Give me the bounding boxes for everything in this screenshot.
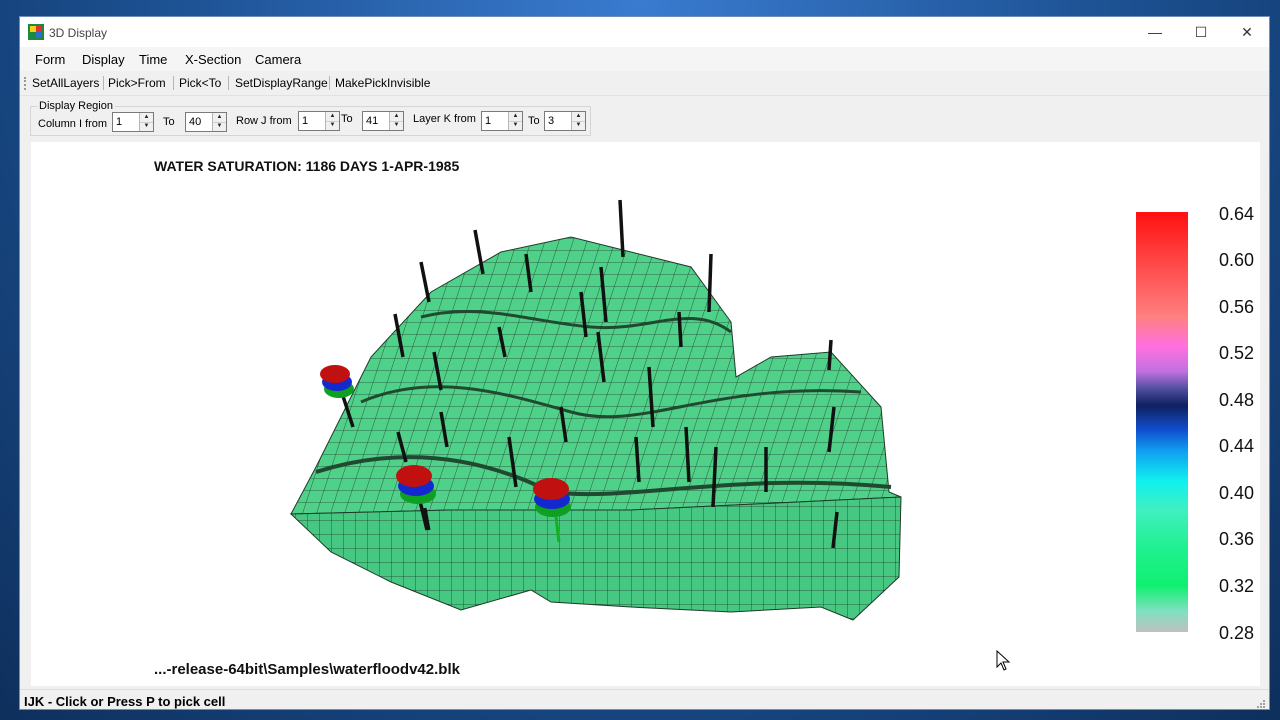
row-to-label: To	[341, 113, 353, 125]
pick-from-button[interactable]: Pick>From	[108, 76, 166, 90]
menu-time[interactable]: Time	[139, 52, 167, 67]
3d-viewport[interactable]: WATER SATURATION: 1186 DAYS 1-APR-1985 0…	[31, 142, 1260, 686]
column-to-stepper[interactable]: 40 ▲ ▼	[185, 112, 227, 132]
colorbar-tick: 0.28	[1219, 623, 1255, 643]
app-window: 3D Display — ☐ ✕ Form Display Time X-Sec…	[19, 16, 1270, 710]
toolbar-separator	[173, 76, 174, 90]
colorbar-tick: 0.64	[1219, 204, 1255, 224]
colorbar-tick: 0.56	[1219, 297, 1255, 317]
row-to-stepper[interactable]: 41 ▲ ▼	[362, 111, 404, 131]
menu-display[interactable]: Display	[82, 52, 125, 67]
make-pick-invisible-button[interactable]: MakePickInvisible	[335, 76, 430, 90]
colorbar-tick: 0.40	[1219, 483, 1255, 503]
spin-down-icon[interactable]: ▼	[326, 121, 339, 130]
toolbar-separator	[329, 76, 330, 90]
menu-x-section[interactable]: X-Section	[185, 52, 241, 67]
colorbar	[1136, 212, 1188, 632]
mouse-pointer-icon	[996, 650, 1011, 671]
layer-from-stepper[interactable]: 1 ▲ ▼	[481, 111, 523, 131]
layer-to-value[interactable]: 3	[548, 115, 554, 127]
layer-to-stepper[interactable]: 3 ▲ ▼	[544, 111, 586, 131]
spin-down-icon[interactable]: ▼	[509, 121, 522, 130]
spin-down-icon[interactable]: ▼	[390, 121, 403, 130]
display-region-legend: Display Region	[37, 100, 115, 112]
minimize-button[interactable]: —	[1132, 17, 1178, 47]
column-from-label: Column I from	[38, 118, 108, 130]
pick-to-button[interactable]: Pick<To	[179, 76, 221, 90]
row-from-label: Row J from	[236, 115, 292, 127]
resize-grip-icon[interactable]	[1256, 699, 1266, 709]
row-to-value[interactable]: 41	[366, 115, 378, 127]
row-from-value[interactable]: 1	[302, 115, 308, 127]
app-icon	[28, 24, 44, 40]
layer-to-label: To	[528, 115, 540, 127]
colorbar-tick: 0.60	[1219, 250, 1255, 270]
menu-bar: Form Display Time X-Section Camera	[20, 47, 1269, 71]
window-title: 3D Display	[49, 26, 108, 40]
colorbar-tick: 0.32	[1219, 576, 1255, 596]
colorbar-tick: 0.36	[1219, 529, 1255, 549]
layer-from-label: Layer K from	[413, 113, 476, 125]
status-text: IJK - Click or Press P to pick cell	[24, 694, 226, 709]
set-all-layers-button[interactable]: SetAllLayers	[32, 76, 99, 90]
column-to-label: To	[163, 116, 175, 128]
menu-form[interactable]: Form	[35, 52, 65, 67]
reservoir-top-surface	[290, 236, 902, 515]
row-from-stepper[interactable]: 1 ▲ ▼	[298, 111, 340, 131]
spin-down-icon[interactable]: ▼	[213, 122, 226, 131]
reservoir-front-face	[289, 496, 902, 621]
menu-camera[interactable]: Camera	[255, 52, 301, 67]
injector-marker-1[interactable]	[320, 365, 354, 398]
reservoir-3d-model[interactable]	[31, 142, 1260, 686]
column-from-value[interactable]: 1	[116, 116, 122, 128]
toolbar-separator	[228, 76, 229, 90]
colorbar-tick: 0.44	[1219, 436, 1255, 456]
colorbar-tick: 0.48	[1219, 390, 1255, 410]
set-display-range-button[interactable]: SetDisplayRange	[235, 76, 328, 90]
layer-from-value[interactable]: 1	[485, 115, 491, 127]
toolbar: SetAllLayers Pick>From Pick<To SetDispla…	[20, 71, 1269, 96]
column-from-stepper[interactable]: 1 ▲ ▼	[112, 112, 154, 132]
maximize-button[interactable]: ☐	[1178, 17, 1224, 47]
spin-down-icon[interactable]: ▼	[572, 121, 585, 130]
status-bar: IJK - Click or Press P to pick cell	[20, 689, 1269, 709]
toolbar-separator	[103, 76, 104, 90]
title-bar[interactable]: 3D Display — ☐ ✕	[20, 17, 1269, 47]
close-button[interactable]: ✕	[1224, 17, 1269, 47]
colorbar-tick: 0.52	[1219, 343, 1255, 363]
file-path-label: ...-release-64bit\Samples\waterfloodv42.…	[154, 661, 460, 678]
spin-down-icon[interactable]: ▼	[140, 122, 153, 131]
column-to-value[interactable]: 40	[189, 116, 201, 128]
toolbar-grip[interactable]	[24, 77, 29, 90]
